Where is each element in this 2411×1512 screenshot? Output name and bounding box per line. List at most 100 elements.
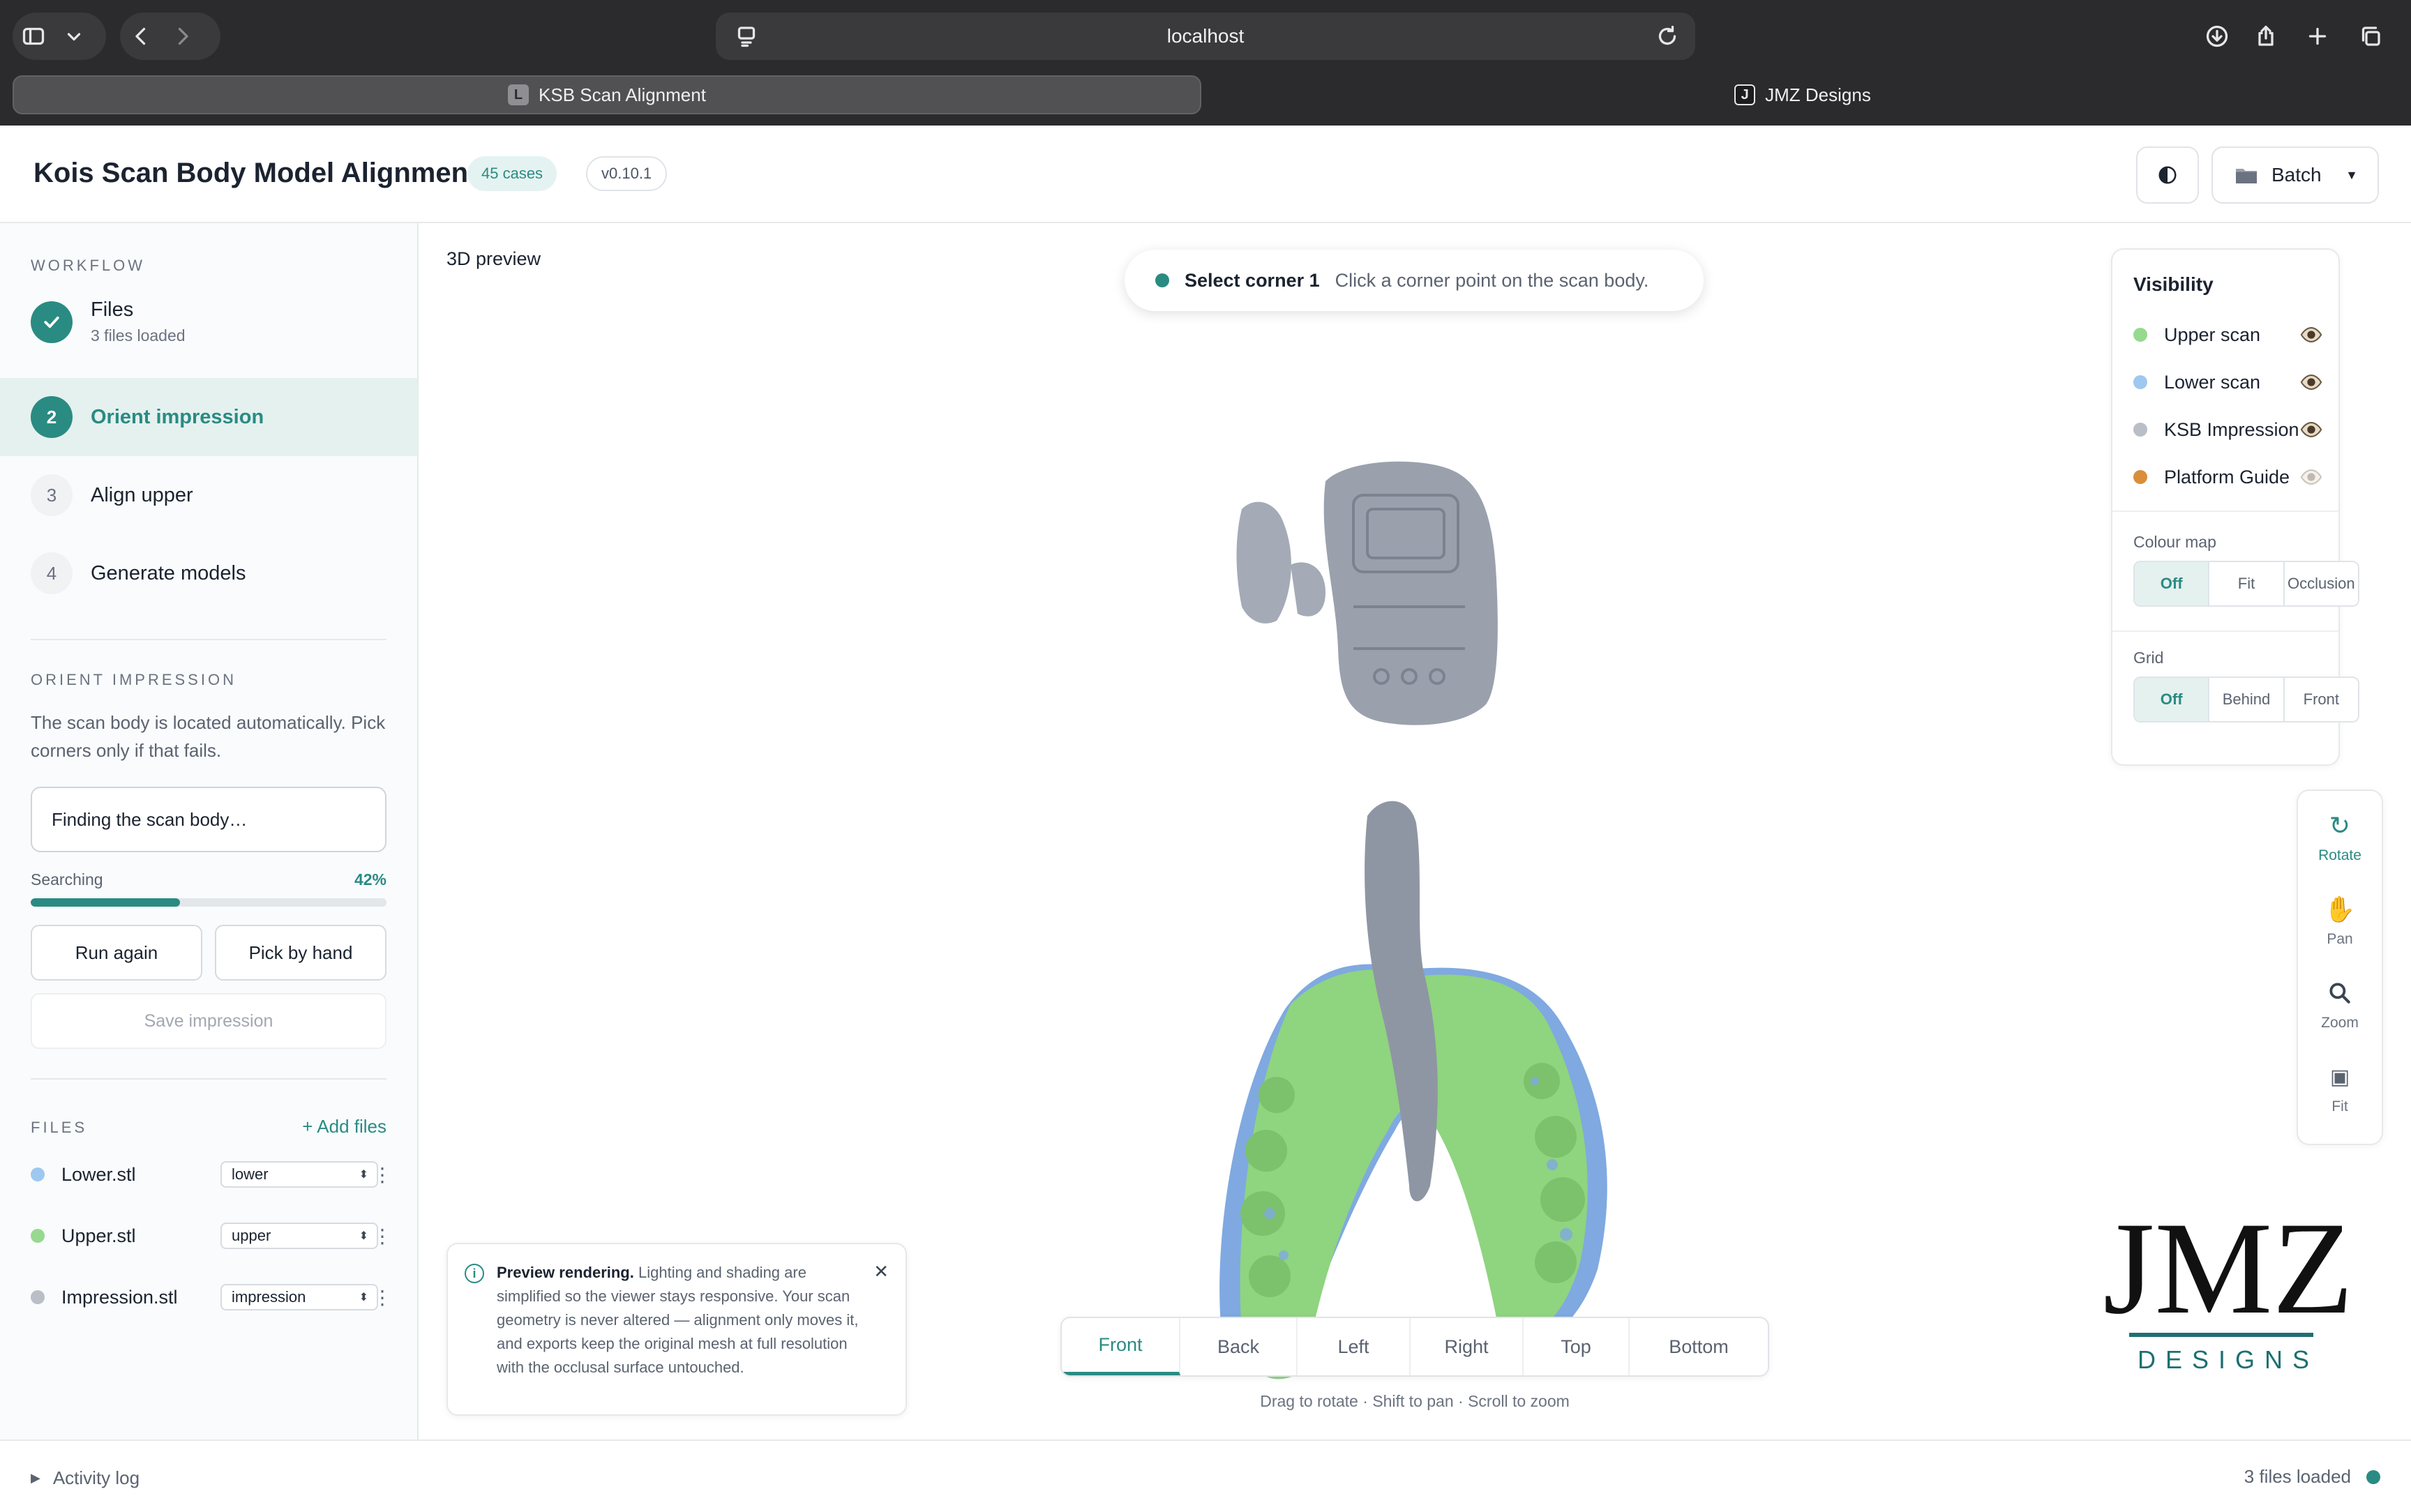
select-arrows-icon: ⬍ (359, 1230, 368, 1242)
file-role-select[interactable]: upper ⬍ (220, 1223, 378, 1249)
pick-by-hand-button[interactable]: Pick by hand (215, 925, 386, 981)
grid-behind[interactable]: Behind (2209, 678, 2285, 721)
colour-map-label: Colour map (2133, 533, 2216, 551)
divider (2112, 511, 2338, 512)
add-files-link[interactable]: + Add files (302, 1116, 386, 1137)
visibility-title: Visibility (2133, 273, 2214, 295)
eye-icon[interactable] (2299, 418, 2323, 441)
folder-icon (2236, 169, 2257, 183)
eye-hidden-icon[interactable] (2299, 465, 2323, 489)
viewer-3d[interactable]: 3D preview Select corner 1 Click a corne… (419, 223, 2411, 1439)
layer-row-impression[interactable]: KSB Impression (2133, 416, 2323, 444)
tab-favicon: J (1734, 84, 1756, 105)
eye-icon[interactable] (2299, 323, 2323, 347)
more-options-icon[interactable]: ⋮ (373, 1286, 392, 1309)
footer-status-text: 3 files loaded (2244, 1466, 2351, 1487)
step-orient-impression[interactable]: 2 Orient impression (0, 378, 417, 456)
view-bottom[interactable]: Bottom (1630, 1318, 1768, 1375)
view-left[interactable]: Left (1298, 1318, 1411, 1375)
step-align-upper[interactable]: 3 Align upper (0, 456, 417, 534)
tool-fit[interactable]: ▣ Fit (2298, 1050, 2382, 1127)
step-title: Align upper (91, 483, 193, 506)
file-role-select[interactable]: lower ⬍ (220, 1161, 378, 1188)
tool-label: Zoom (2321, 1015, 2359, 1031)
layer-name: Upper scan (2164, 324, 2261, 345)
scan-status-box: Finding the scan body… (31, 787, 386, 852)
tool-pan[interactable]: ✋ Pan (2298, 883, 2382, 960)
colour-map-off[interactable]: Off (2135, 562, 2210, 605)
file-role-select[interactable]: impression ⬍ (220, 1284, 378, 1310)
colour-map-toggle: Off Fit Occlusion (2133, 561, 2359, 607)
banner-text: Click a corner point on the scan body. (1335, 269, 1649, 291)
hand-icon: ✋ (2324, 895, 2356, 923)
navigation-hint: Drag to rotate · Shift to pan · Scroll t… (1260, 1392, 1570, 1410)
file-name: Lower.stl (61, 1163, 136, 1185)
preview-info-card: i Preview rendering. Lighting and shadin… (446, 1243, 907, 1416)
colour-map-occlusion[interactable]: Occlusion (2284, 562, 2358, 605)
forward-icon[interactable] (162, 15, 204, 57)
view-front[interactable]: Front (1062, 1318, 1180, 1375)
rotate-icon: ↻ (2329, 811, 2351, 840)
file-row: Lower.stl lower ⬍ ⋮ (31, 1154, 392, 1195)
logo-mark: JMZ (2103, 1208, 2354, 1342)
tool-rotate[interactable]: ↻ Rotate (2298, 799, 2382, 876)
layer-color-dot (2133, 470, 2147, 484)
view-back[interactable]: Back (1180, 1318, 1298, 1375)
layer-row-upper[interactable]: Upper scan (2133, 321, 2323, 349)
tab-jmz-designs[interactable]: J JMZ Designs (1207, 75, 2398, 114)
colour-map-fit[interactable]: Fit (2209, 562, 2285, 605)
batch-label: Batch (2271, 164, 2322, 186)
file-row: Upper.stl upper ⬍ ⋮ (31, 1215, 392, 1257)
grid-off[interactable]: Off (2135, 678, 2210, 721)
step-done-badge (31, 301, 73, 343)
instruction-banner: Select corner 1 Click a corner point on … (1125, 250, 1704, 311)
grid-toggle: Off Behind Front (2133, 676, 2359, 723)
tab-ksb-scan-alignment[interactable]: L KSB Scan Alignment (13, 75, 1201, 114)
layer-color-dot (2133, 328, 2147, 342)
share-icon[interactable] (2245, 15, 2287, 57)
version-badge: v0.10.1 (586, 156, 668, 191)
file-row: Impression.stl impression ⬍ ⋮ (31, 1276, 392, 1318)
jmz-designs-logo: JMZ DESIGNS (2103, 1208, 2354, 1374)
batch-button[interactable]: Batch ▼ (2211, 146, 2379, 204)
layer-color-dot (2133, 375, 2147, 389)
activity-log-toggle[interactable]: ▶ Activity log (31, 1467, 140, 1489)
step-generate-models[interactable]: 4 Generate models (0, 534, 417, 612)
tab-overview-icon[interactable] (2350, 15, 2391, 57)
view-right[interactable]: Right (1411, 1318, 1524, 1375)
new-tab-icon[interactable] (2297, 15, 2338, 57)
sidebar-icon[interactable] (13, 15, 54, 57)
run-again-button[interactable]: Run again (31, 925, 202, 981)
chevron-down-icon[interactable] (54, 15, 93, 57)
progress-bar (31, 898, 386, 907)
status-dot (1155, 273, 1169, 287)
tool-zoom[interactable]: Zoom (2298, 967, 2382, 1043)
more-options-icon[interactable]: ⋮ (373, 1163, 392, 1186)
step-files[interactable]: Files 3 files loaded (0, 286, 417, 358)
page-menu-icon[interactable] (726, 15, 767, 57)
cases-badge: 45 cases (467, 156, 557, 191)
download-icon[interactable] (2196, 15, 2238, 57)
orient-heading: ORIENT IMPRESSION (31, 671, 236, 688)
view-top[interactable]: Top (1524, 1318, 1630, 1375)
layer-row-lower[interactable]: Lower scan (2133, 368, 2323, 396)
theme-toggle-button[interactable] (2136, 146, 2199, 204)
layer-name: Lower scan (2164, 371, 2261, 393)
info-icon: i (465, 1264, 484, 1283)
close-icon[interactable]: ✕ (873, 1261, 889, 1283)
sidebar-toggle-group[interactable] (13, 13, 106, 60)
save-impression-button[interactable]: Save impression (31, 993, 386, 1049)
eye-icon[interactable] (2299, 370, 2323, 394)
more-options-icon[interactable]: ⋮ (373, 1225, 392, 1248)
grid-front[interactable]: Front (2284, 678, 2358, 721)
select-arrows-icon: ⬍ (359, 1292, 368, 1303)
address-bar[interactable]: localhost (716, 13, 1695, 60)
step-number: 4 (31, 552, 73, 594)
scan-fragment-mesh (1236, 501, 1291, 623)
tool-label: Pan (2327, 931, 2353, 947)
step-number: 3 (31, 474, 73, 516)
back-icon[interactable] (120, 15, 162, 57)
layer-row-platform-guide[interactable]: Platform Guide (2133, 463, 2323, 491)
tab-label: JMZ Designs (1765, 84, 1871, 105)
reload-icon[interactable] (1646, 15, 1688, 57)
